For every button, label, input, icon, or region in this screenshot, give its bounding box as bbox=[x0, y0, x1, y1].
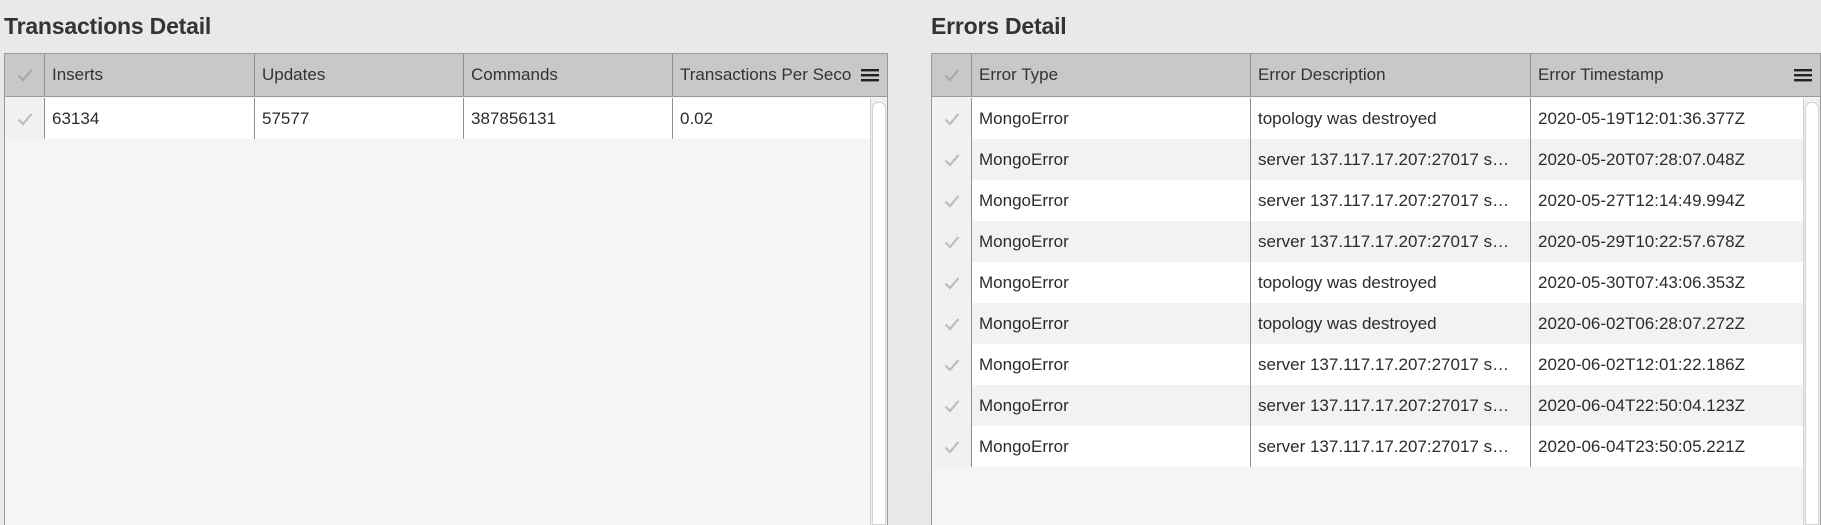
cell-error-description: server 137.117.17.207:27017 s… bbox=[1251, 180, 1531, 221]
cell-inserts: 63134 bbox=[45, 98, 255, 139]
check-icon bbox=[944, 112, 959, 126]
errors-rows: MongoError topology was destroyed 2020-05-… bbox=[932, 98, 1803, 467]
hamburger-menu-icon bbox=[861, 69, 879, 82]
row-checkbox[interactable] bbox=[932, 262, 972, 303]
cell-error-timestamp: 2020-06-04T22:50:04.123Z bbox=[1538, 395, 1745, 415]
column-header-error-timestamp[interactable]: Error Timestamp bbox=[1531, 54, 1788, 96]
cell-error-timestamp: 2020-06-02T12:01:22.186Z bbox=[1538, 354, 1745, 374]
check-icon bbox=[944, 235, 959, 249]
row-checkbox[interactable] bbox=[932, 139, 972, 180]
cell-error-type: MongoError bbox=[972, 180, 1251, 221]
check-icon bbox=[944, 276, 959, 290]
check-icon bbox=[944, 69, 959, 82]
errors-grid: Error Type Error Description Error Times… bbox=[931, 53, 1821, 525]
select-all-checkbox[interactable] bbox=[5, 54, 45, 96]
transactions-rows: 63134 57577 387856131 0.02 bbox=[5, 98, 870, 139]
cell-error-type: MongoError bbox=[972, 262, 1251, 303]
check-icon bbox=[944, 399, 959, 413]
cell-error-type: MongoError bbox=[972, 98, 1251, 139]
table-row[interactable]: MongoError server 137.117.17.207:27017 s…… bbox=[932, 426, 1803, 467]
cell-error-timestamp: 2020-05-20T07:28:07.048Z bbox=[1538, 149, 1745, 169]
table-row[interactable]: MongoError server 137.117.17.207:27017 s…… bbox=[932, 385, 1803, 426]
hamburger-menu-icon bbox=[1794, 69, 1812, 82]
cell-error-type: MongoError bbox=[972, 303, 1251, 344]
cell-error-description: server 137.117.17.207:27017 s… bbox=[1251, 385, 1531, 426]
errors-title: Errors Detail bbox=[931, 13, 1067, 39]
table-row[interactable]: MongoError topology was destroyed 2020-05-… bbox=[932, 262, 1803, 303]
row-checkbox[interactable] bbox=[932, 221, 972, 262]
cell-error-timestamp: 2020-05-27T12:14:49.994Z bbox=[1538, 190, 1745, 210]
check-icon bbox=[17, 69, 32, 82]
column-header-transactions-per-second[interactable]: Transactions Per Seco bbox=[673, 54, 855, 96]
table-row[interactable]: MongoError server 137.117.17.207:27017 s…… bbox=[932, 221, 1803, 262]
scrollbar-thumb[interactable] bbox=[1805, 102, 1819, 525]
cell-error-description: topology was destroyed bbox=[1251, 262, 1531, 303]
transactions-grid-header: Inserts Updates Commands Transactions Pe… bbox=[5, 54, 887, 97]
vertical-scrollbar[interactable] bbox=[870, 98, 887, 525]
cell-error-type: MongoError bbox=[972, 385, 1251, 426]
table-row[interactable]: MongoError server 137.117.17.207:27017 s…… bbox=[932, 139, 1803, 180]
table-row[interactable]: 63134 57577 387856131 0.02 bbox=[5, 98, 870, 139]
column-menu-button[interactable] bbox=[1786, 54, 1820, 96]
check-icon bbox=[944, 358, 959, 372]
cell-transactions-per-second: 0.02 bbox=[680, 108, 714, 128]
cell-updates: 57577 bbox=[255, 98, 464, 139]
column-header-error-description[interactable]: Error Description bbox=[1251, 54, 1531, 96]
cell-error-description: server 137.117.17.207:27017 s… bbox=[1251, 344, 1531, 385]
column-header-inserts[interactable]: Inserts bbox=[45, 54, 255, 96]
cell-error-timestamp: 2020-05-19T12:01:36.377Z bbox=[1538, 108, 1745, 128]
table-row[interactable]: MongoError topology was destroyed 2020-06-… bbox=[932, 303, 1803, 344]
check-icon bbox=[944, 153, 959, 167]
check-icon bbox=[17, 112, 32, 126]
cell-error-description: server 137.117.17.207:27017 s… bbox=[1251, 426, 1531, 467]
check-icon bbox=[944, 194, 959, 208]
cell-error-timestamp: 2020-05-30T07:43:06.353Z bbox=[1538, 272, 1745, 292]
column-header-error-type[interactable]: Error Type bbox=[972, 54, 1251, 96]
table-row[interactable]: MongoError server 137.117.17.207:27017 s…… bbox=[932, 180, 1803, 221]
column-header-updates[interactable]: Updates bbox=[255, 54, 464, 96]
check-icon bbox=[944, 317, 959, 331]
row-checkbox[interactable] bbox=[932, 385, 972, 426]
vertical-scrollbar[interactable] bbox=[1803, 98, 1820, 525]
row-checkbox[interactable] bbox=[5, 98, 45, 139]
errors-grid-header: Error Type Error Description Error Times… bbox=[932, 54, 1820, 97]
cell-commands: 387856131 bbox=[464, 98, 673, 139]
column-header-commands[interactable]: Commands bbox=[464, 54, 673, 96]
row-checkbox[interactable] bbox=[932, 303, 972, 344]
row-checkbox[interactable] bbox=[932, 344, 972, 385]
cell-error-timestamp: 2020-06-02T06:28:07.272Z bbox=[1538, 313, 1745, 333]
cell-error-timestamp: 2020-05-29T10:22:57.678Z bbox=[1538, 231, 1745, 251]
cell-error-timestamp: 2020-06-04T23:50:05.221Z bbox=[1538, 436, 1745, 456]
cell-error-type: MongoError bbox=[972, 426, 1251, 467]
transactions-grid: Inserts Updates Commands Transactions Pe… bbox=[4, 53, 888, 525]
cell-error-type: MongoError bbox=[972, 344, 1251, 385]
row-checkbox[interactable] bbox=[932, 98, 972, 139]
cell-error-description: topology was destroyed bbox=[1251, 303, 1531, 344]
row-checkbox[interactable] bbox=[932, 180, 972, 221]
cell-error-type: MongoError bbox=[972, 139, 1251, 180]
check-icon bbox=[944, 440, 959, 454]
row-checkbox[interactable] bbox=[932, 426, 972, 467]
cell-error-description: server 137.117.17.207:27017 s… bbox=[1251, 139, 1531, 180]
column-menu-button[interactable] bbox=[853, 54, 887, 96]
cell-error-type: MongoError bbox=[972, 221, 1251, 262]
select-all-checkbox[interactable] bbox=[932, 54, 972, 96]
cell-error-description: server 137.117.17.207:27017 s… bbox=[1251, 221, 1531, 262]
table-row[interactable]: MongoError server 137.117.17.207:27017 s…… bbox=[932, 344, 1803, 385]
cell-error-description: topology was destroyed bbox=[1251, 98, 1531, 139]
transactions-title: Transactions Detail bbox=[4, 13, 212, 39]
scrollbar-thumb[interactable] bbox=[872, 102, 886, 525]
table-row[interactable]: MongoError topology was destroyed 2020-05-… bbox=[932, 98, 1803, 139]
